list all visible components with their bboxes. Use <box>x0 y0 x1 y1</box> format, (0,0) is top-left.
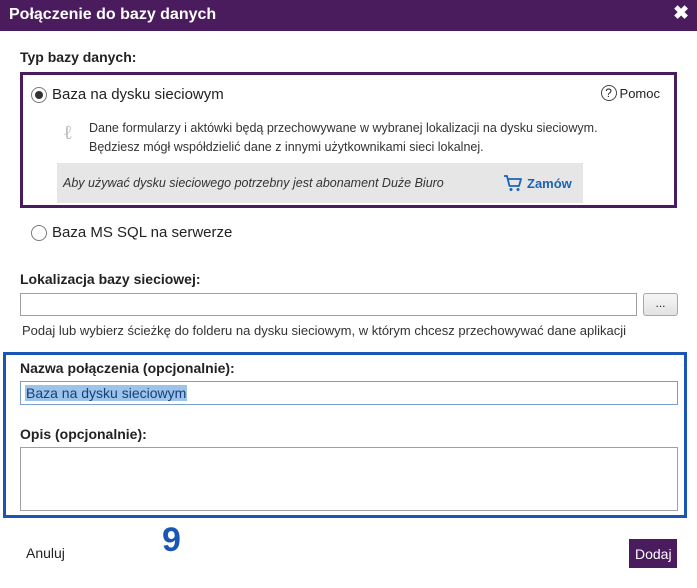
mssql-option-label[interactable]: Baza MS SQL na serwerze <box>52 224 232 241</box>
info-line: Dane formularzy i aktówki będą przechowy… <box>89 121 598 135</box>
network-db-option-panel: Baza na dysku sieciowym ? Pomoc ℓ Dane f… <box>20 72 677 208</box>
cart-icon <box>504 175 522 191</box>
help-link[interactable]: ? Pomoc <box>600 85 660 101</box>
dialog-title: Połączenie do bazy danych <box>9 6 217 23</box>
dialog-titlebar: Połączenie do bazy danych ✖ <box>0 0 697 31</box>
location-label: Lokalizacja bazy sieciowej: <box>20 271 201 287</box>
subscription-notice: Aby używać dysku sieciowego potrzebny je… <box>57 163 583 203</box>
description-label: Opis (opcjonalnie): <box>20 426 147 442</box>
help-icon: ? <box>600 85 617 101</box>
description-field[interactable] <box>20 447 678 511</box>
step-number: 9 <box>162 521 181 559</box>
db-type-label: Typ bazy danych: <box>20 49 137 65</box>
subscription-notice-text: Aby używać dysku sieciowego potrzebny je… <box>63 176 444 190</box>
order-link[interactable]: Zamów <box>503 174 572 192</box>
radio-checked-icon[interactable] <box>31 87 47 103</box>
info-line: Będziesz mógł współdzielić dane z innymi… <box>89 140 484 154</box>
connection-name-value: Baza na dysku sieciowym <box>25 385 188 401</box>
radio-unchecked-icon[interactable] <box>31 225 47 241</box>
close-icon[interactable]: ✖ <box>673 4 689 24</box>
network-db-info: Dane formularzy i aktówki będą przechowy… <box>89 119 669 157</box>
add-button[interactable]: Dodaj <box>629 539 677 568</box>
cancel-button[interactable]: Anuluj <box>26 545 65 561</box>
location-input[interactable] <box>20 293 637 316</box>
connection-name-input[interactable]: Baza na dysku sieciowym <box>20 381 678 405</box>
help-label: Pomoc <box>619 85 660 101</box>
connection-name-label: Nazwa połączenia (opcjonalnie): <box>20 360 235 376</box>
location-hint: Podaj lub wybierz ścieżkę do folderu na … <box>22 323 627 338</box>
order-label: Zamów <box>527 175 572 191</box>
info-icon: ℓ <box>63 122 73 144</box>
network-db-option-label[interactable]: Baza na dysku sieciowym <box>52 86 224 103</box>
browse-button[interactable]: ... <box>643 293 678 316</box>
